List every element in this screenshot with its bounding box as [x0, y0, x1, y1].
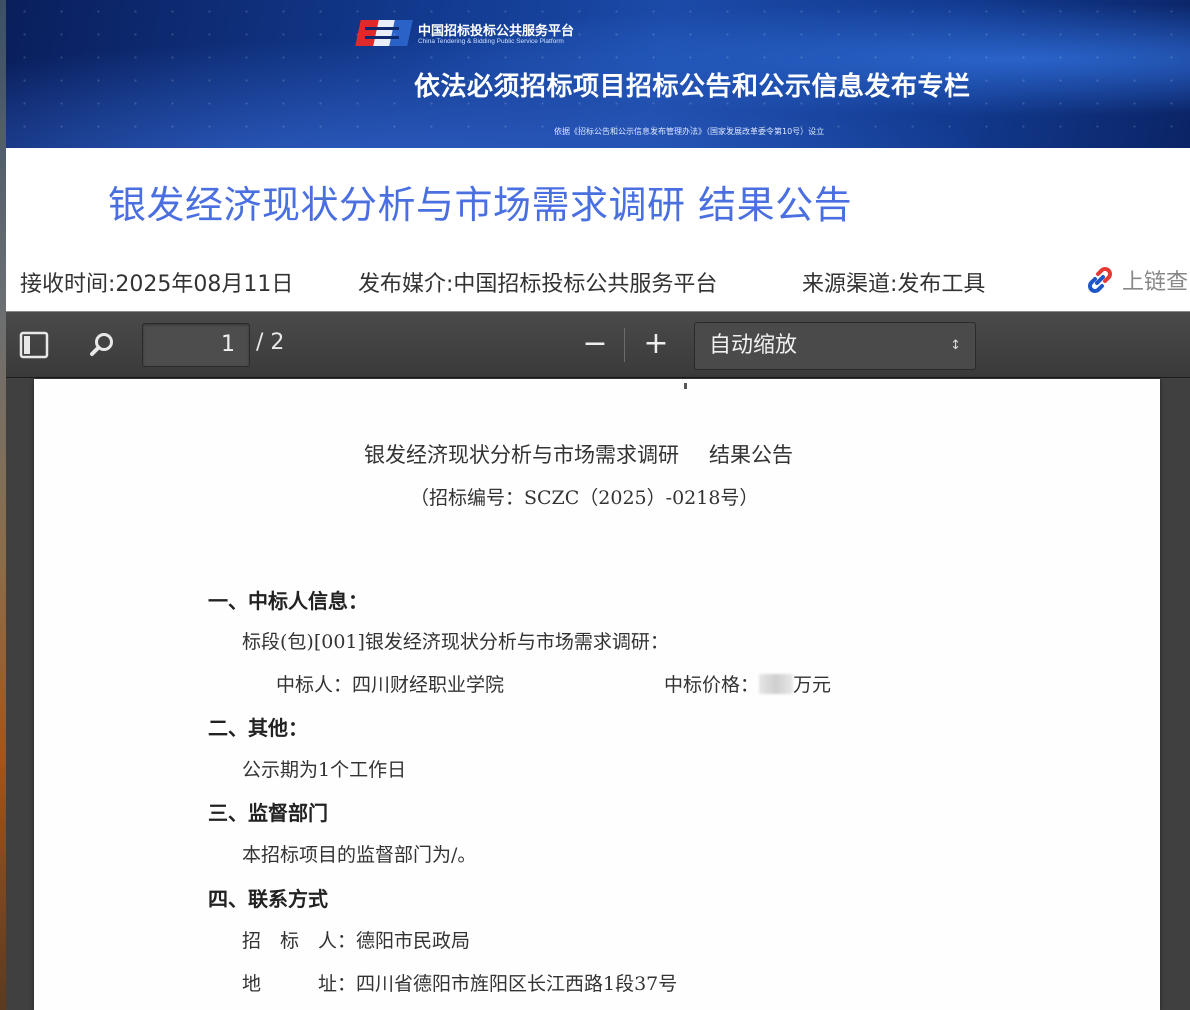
chain-label: 上链查: [1122, 270, 1189, 295]
page-title: 银发经济现状分析与市场需求调研 结果公告: [108, 183, 853, 227]
pdf-viewer: 1 / 2 − + 自动缩放 ↕ 银发经济现状分析与市场需求调研 结果公告 （招标…: [6, 311, 1190, 1010]
price-unit: 万元: [793, 674, 832, 696]
price-label: 中标价格：: [664, 674, 760, 696]
source-channel: 来源渠道:发布工具: [802, 272, 986, 297]
search-button[interactable]: [84, 327, 120, 363]
platform-name-en: China Tendering & Bidding Public Service…: [418, 38, 564, 45]
lot-line: 标段(包)[001]银发经济现状分析与市场需求调研：: [242, 631, 669, 653]
supervision-text: 本招标项目的监督部门为/。: [242, 844, 477, 866]
page-total: / 2: [256, 330, 285, 355]
section-winner-info: 一、中标人信息：: [208, 589, 368, 613]
sidebar-toggle-button[interactable]: [16, 327, 52, 363]
other-text: 公示期为1个工作日: [242, 759, 407, 781]
winning-price: 中标价格： 万元: [664, 670, 831, 697]
pdf-toolbar: 1 / 2 − + 自动缩放 ↕: [6, 312, 1190, 378]
received-time: 接收时间:2025年08月11日: [20, 272, 294, 297]
search-icon: [90, 333, 113, 356]
section-supervision: 三、监督部门: [208, 801, 328, 825]
section-contact: 四、联系方式: [208, 887, 328, 911]
platform-name: 中国招标投标公共服务平台: [418, 24, 575, 39]
blockchain-verify-link[interactable]: 上链查: [1086, 264, 1190, 296]
page-number-input[interactable]: 1: [142, 323, 250, 367]
banner-subtitle: 依据《招标公告和公示信息发布管理办法》（国家发展改革委令第10号）设立: [554, 127, 825, 136]
pdf-page: 银发经济现状分析与市场需求调研 结果公告 （招标编号：SCZC（2025）-021…: [34, 379, 1160, 1010]
scan-speck: [684, 383, 687, 389]
tender-number: （招标编号：SCZC（2025）-0218号）: [410, 487, 759, 509]
document-title: 银发经济现状分析与市场需求调研 结果公告: [364, 439, 793, 469]
zoom-in-button[interactable]: +: [640, 326, 672, 364]
publish-media: 发布媒介:中国招标投标公共服务平台: [358, 272, 718, 297]
announcement-meta: 接收时间:2025年08月11日 发布媒介:中国招标投标公共服务平台 来源渠道:…: [20, 264, 1190, 297]
platform-banner: 中国招标投标公共服务平台 China Tendering & Bidding P…: [6, 0, 1190, 148]
zoom-select[interactable]: 自动缩放 ↕: [694, 322, 976, 370]
banner-title: 依法必须招标项目招标公告和公示信息发布专栏: [414, 72, 971, 102]
platform-logo: [355, 18, 413, 48]
section-other: 二、其他：: [208, 716, 308, 740]
desktop-edge: [0, 0, 6, 1010]
sidebar-icon: [19, 331, 49, 359]
chain-link-icon: [1088, 267, 1112, 293]
redacted-price: [759, 674, 794, 694]
winning-bidder: 中标人：四川财经职业学院: [276, 674, 505, 696]
zoom-value: 自动缩放: [709, 333, 798, 358]
tenderer: 招 标 人：德阳市民政局: [242, 930, 471, 952]
zoom-out-button[interactable]: −: [580, 326, 610, 364]
select-arrows-icon: ↕: [950, 338, 961, 353]
document-title-main: 银发经济现状分析与市场需求调研: [364, 443, 679, 467]
document-title-suffix: 结果公告: [709, 443, 793, 467]
address: 地 址：四川省德阳市旌阳区长江西路1段37号: [242, 973, 678, 995]
toolbar-separator: [624, 328, 625, 362]
